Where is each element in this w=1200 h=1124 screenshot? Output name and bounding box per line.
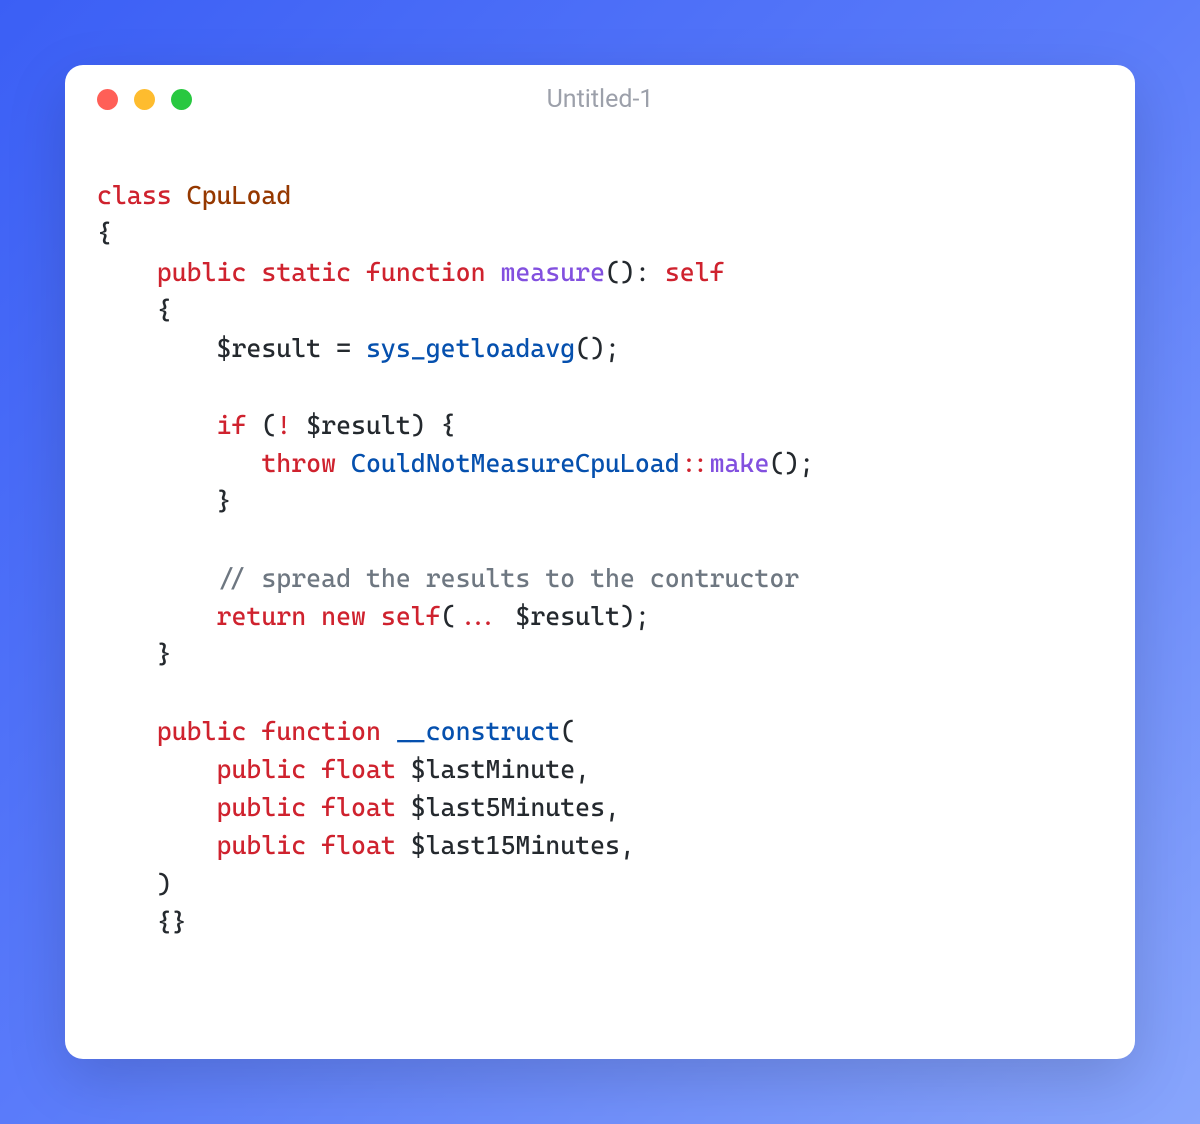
operator: =	[321, 333, 366, 363]
scope-operator: ::	[680, 448, 710, 478]
paren-open: (	[441, 601, 456, 631]
empty-body: {}	[157, 907, 187, 937]
keyword-static: static	[261, 257, 351, 287]
function-call: sys_getloadavg	[366, 333, 575, 363]
keyword-public: public	[217, 754, 307, 784]
window-title: Untitled-1	[547, 85, 654, 114]
condition: $result) {	[291, 410, 455, 440]
comment: // spread the results to the contructor	[217, 563, 800, 593]
brace-open: {	[97, 218, 112, 248]
keyword-return: return	[217, 601, 307, 631]
type-float: float	[321, 754, 396, 784]
keyword-if: if	[217, 410, 247, 440]
operator-not: !	[276, 410, 291, 440]
parameter: $lastMinute,	[396, 754, 590, 784]
constructor-name: __construct	[396, 716, 560, 746]
function-name: measure	[500, 257, 605, 287]
close-icon[interactable]	[97, 89, 118, 110]
type-float: float	[321, 792, 396, 822]
keyword-new: new	[321, 601, 366, 631]
static-method: make	[710, 448, 770, 478]
spread-operator: ...	[456, 601, 501, 631]
brace-open: {	[157, 295, 172, 325]
paren-close: )	[157, 869, 172, 899]
brace-close: }	[217, 486, 232, 516]
parens: ();	[769, 448, 814, 478]
variable: $result	[217, 333, 322, 363]
paren-open: (	[560, 716, 575, 746]
editor-window: Untitled-1 class CpuLoad { public static…	[65, 65, 1135, 1059]
return-type: self	[665, 257, 725, 287]
titlebar: Untitled-1	[65, 65, 1135, 126]
parens: ():	[605, 257, 650, 287]
keyword-self: self	[381, 601, 441, 631]
brace-close: }	[157, 639, 172, 669]
keyword-public: public	[157, 716, 247, 746]
argument: $result);	[500, 601, 649, 631]
code-editor[interactable]: class CpuLoad { public static function m…	[65, 126, 1135, 973]
maximize-icon[interactable]	[171, 89, 192, 110]
keyword-public: public	[157, 257, 247, 287]
exception-class: CouldNotMeasureCpuLoad	[336, 448, 680, 478]
type-float: float	[321, 830, 396, 860]
keyword-function: function	[261, 716, 381, 746]
keyword-throw: throw	[261, 448, 336, 478]
paren-open: (	[246, 410, 276, 440]
keyword-public: public	[217, 792, 307, 822]
parameter: $last15Minutes,	[396, 830, 635, 860]
class-name: CpuLoad	[187, 180, 292, 210]
parameter: $last5Minutes,	[396, 792, 620, 822]
minimize-icon[interactable]	[134, 89, 155, 110]
keyword-function: function	[366, 257, 486, 287]
window-controls	[97, 89, 192, 110]
parens: ();	[575, 333, 620, 363]
keyword-public: public	[217, 830, 307, 860]
keyword-class: class	[97, 180, 172, 210]
